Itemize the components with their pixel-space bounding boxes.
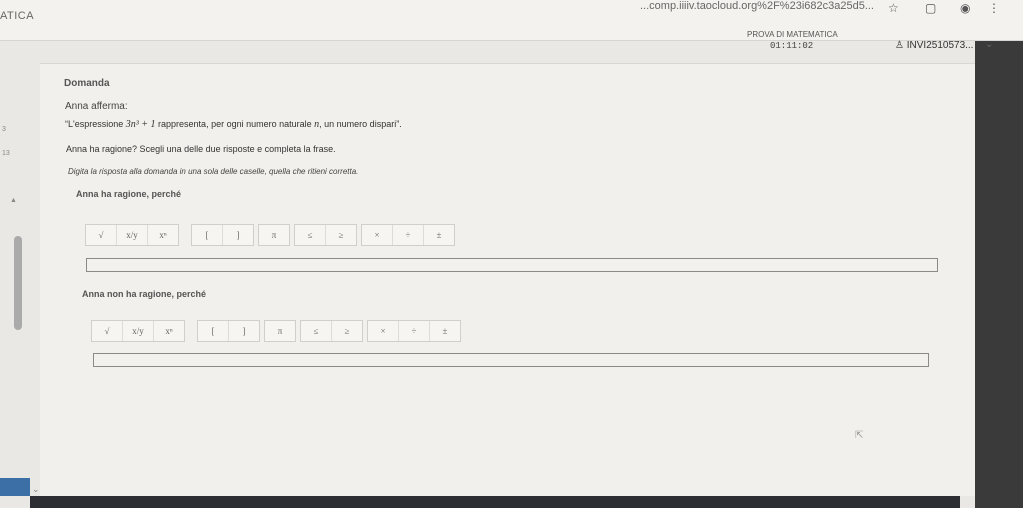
toolbar-group: π <box>264 320 296 342</box>
question-text: Anna ha ragione? Scegli una delle due ri… <box>66 144 336 154</box>
option-label-yes: Anna ha ragione, perché <box>76 189 182 199</box>
profile-icon[interactable]: ◉ <box>960 1 970 15</box>
divide-button[interactable]: ÷ <box>393 225 424 245</box>
exam-title: PROVA DI MATEMATICA <box>747 30 838 39</box>
answer-field-no[interactable] <box>93 353 929 367</box>
mouse-cursor-icon: ⇱ <box>855 430 864 441</box>
question-heading: Domanda <box>64 78 110 89</box>
app-title: ATICA <box>0 10 35 22</box>
math-toolbar: √ x/y xⁿ [ ] π ≤ ≥ × ÷ ± <box>91 320 461 342</box>
option-label-no: Anna non ha ragione, perché <box>82 289 207 299</box>
address-bar[interactable]: ...comp.iiiiv.taocloud.org%2F%23i682c3a2… <box>640 0 874 12</box>
close-bracket-button[interactable]: ] <box>229 321 259 341</box>
chevron-down-icon[interactable]: ⌄ <box>32 484 40 495</box>
open-bracket-button[interactable]: [ <box>198 321 229 341</box>
fraction-button[interactable]: x/y <box>117 225 148 245</box>
open-bracket-button[interactable]: [ <box>192 225 223 245</box>
close-bracket-button[interactable]: ] <box>223 225 253 245</box>
geq-button[interactable]: ≥ <box>326 225 356 245</box>
leq-button[interactable]: ≤ <box>301 321 332 341</box>
user-menu[interactable]: ♙ INVI2510573... <box>895 40 973 51</box>
extension-icon[interactable]: ▢ <box>925 1 936 15</box>
star-icon[interactable]: ☆ <box>888 1 899 15</box>
leq-button[interactable]: ≤ <box>295 225 326 245</box>
toolbar-group: π <box>258 224 290 246</box>
fraction-button[interactable]: x/y <box>123 321 154 341</box>
sidebar-number[interactable]: 13 <box>2 150 10 157</box>
scroll-up-icon[interactable]: ▲ <box>10 197 17 204</box>
times-button[interactable]: × <box>368 321 399 341</box>
toolbar-group: √ x/y xⁿ <box>85 224 179 246</box>
browser-bar: ATICA ...comp.iiiiv.taocloud.org%2F%23i6… <box>0 0 1023 41</box>
geq-button[interactable]: ≥ <box>332 321 362 341</box>
menu-icon[interactable]: ⋮ <box>988 1 1000 15</box>
user-id: INVI2510573... <box>906 40 974 51</box>
monitor-frame <box>975 40 1023 508</box>
toolbar-group: [ ] <box>197 320 260 342</box>
toolbar-group: × ÷ ± <box>367 320 461 342</box>
question-intro: Anna afferma: <box>65 101 128 112</box>
divide-button[interactable]: ÷ <box>399 321 430 341</box>
toolbar-group: ≤ ≥ <box>300 320 363 342</box>
plus-minus-button[interactable]: ± <box>430 321 460 341</box>
pi-button[interactable]: π <box>265 321 295 341</box>
math-expression: 3n³ + 1 <box>125 119 156 130</box>
bottom-strip <box>30 496 960 508</box>
power-button[interactable]: xⁿ <box>148 225 178 245</box>
bottom-tab[interactable] <box>0 478 30 496</box>
power-button[interactable]: xⁿ <box>154 321 184 341</box>
exam-timer: 01:11:02 <box>770 41 814 51</box>
sidebar-number[interactable]: 3 <box>2 126 6 133</box>
pi-button[interactable]: π <box>259 225 289 245</box>
toolbar-group: ≤ ≥ <box>294 224 357 246</box>
toolbar-group: [ ] <box>191 224 254 246</box>
sqrt-button[interactable]: √ <box>92 321 123 341</box>
user-icon: ♙ <box>895 40 904 51</box>
question-statement: “L'espressione 3n³ + 1 rappresenta, per … <box>65 119 402 130</box>
math-toolbar: √ x/y xⁿ [ ] π ≤ ≥ × ÷ ± <box>85 224 455 246</box>
times-button[interactable]: × <box>362 225 393 245</box>
answer-field-yes[interactable] <box>86 258 938 272</box>
toolbar-group: × ÷ ± <box>361 224 455 246</box>
scrollbar[interactable] <box>14 236 22 330</box>
sqrt-button[interactable]: √ <box>86 225 117 245</box>
question-instruction: Digita la risposta alla domanda in una s… <box>68 167 359 176</box>
toolbar-group: √ x/y xⁿ <box>91 320 185 342</box>
plus-minus-button[interactable]: ± <box>424 225 454 245</box>
chevron-down-icon[interactable]: ⌄ <box>985 39 993 50</box>
